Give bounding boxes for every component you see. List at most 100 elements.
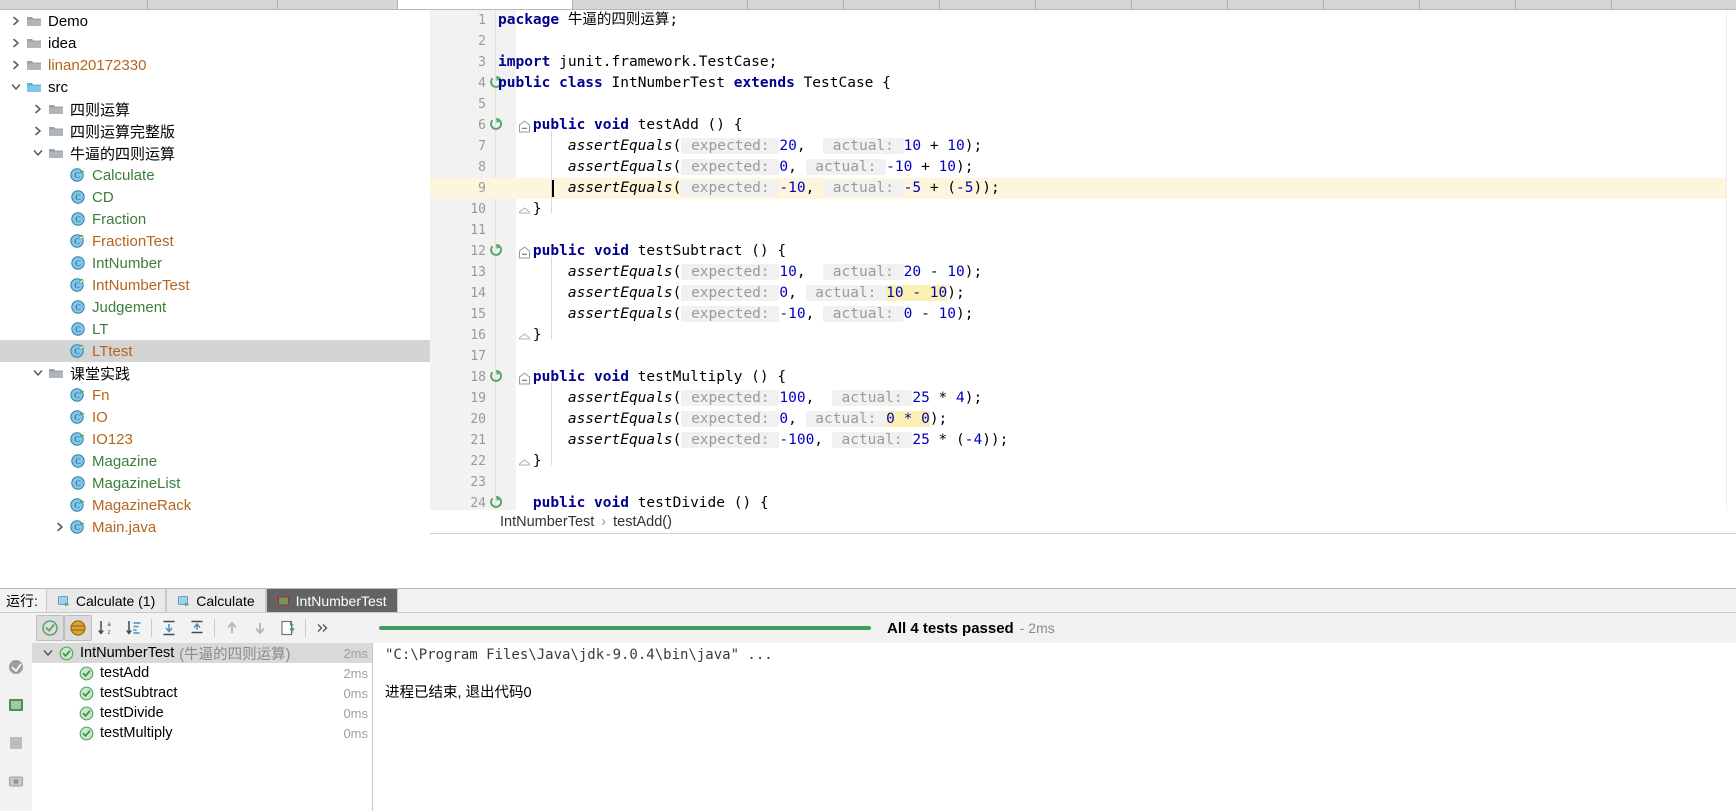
show-ignored-button[interactable] (64, 615, 92, 641)
dump-threads-button[interactable] (4, 769, 28, 793)
editor-tab[interactable] (278, 0, 398, 9)
project-tree[interactable]: Demo idea linan20172330 src 四则运算 四则运算完整版 牛逼的四则… (0, 10, 430, 588)
test-tree-item-testadd[interactable]: testAdd 2ms (32, 663, 372, 683)
editor-tab-strip[interactable] (0, 0, 1736, 10)
editor-tab[interactable] (398, 0, 573, 9)
editor-tab[interactable] (1132, 0, 1228, 9)
run-toolbar[interactable]: az (0, 613, 370, 643)
editor-tab[interactable] (1420, 0, 1516, 9)
rerun-failed-button[interactable] (4, 655, 28, 679)
sort-by-duration-button[interactable] (120, 615, 148, 641)
editor-tab[interactable] (940, 0, 1036, 9)
code-line[interactable]: 15 assertEquals( expected: -10, actual: … (430, 304, 1736, 325)
breadcrumb[interactable]: IntNumberTest › testAdd() (430, 510, 1736, 534)
code-line[interactable]: 3 import junit.framework.TestCase; (430, 52, 1736, 73)
chevron-right-icon[interactable] (8, 32, 24, 54)
toggle-auto-test-button[interactable] (4, 693, 28, 717)
code-line[interactable]: 19 assertEquals( expected: 100, actual: … (430, 388, 1736, 409)
tree-item-LTtest[interactable]: C LTtest (0, 340, 430, 362)
tree-item-IO123[interactable]: C IO123 (0, 428, 430, 450)
tree-item-Calculate[interactable]: C Calculate (0, 164, 430, 186)
code-line[interactable]: 11 (430, 220, 1736, 241)
code-line[interactable]: 20 assertEquals( expected: 0, actual: 0 … (430, 409, 1736, 430)
editor-tab[interactable] (844, 0, 940, 9)
chevron-right-icon[interactable] (8, 10, 24, 32)
tree-item-MagazineRack[interactable]: C MagazineRack (0, 494, 430, 516)
console-output[interactable]: "C:\Program Files\Java\jdk-9.0.4\bin\jav… (373, 643, 1736, 811)
test-tree-item-testsubtract[interactable]: testSubtract 0ms (32, 683, 372, 703)
editor-tab[interactable] (573, 0, 748, 9)
chevron-right-icon[interactable] (8, 54, 24, 76)
tree-item-linan20172330[interactable]: linan20172330 (0, 54, 430, 76)
tree-item-LT[interactable]: C LT (0, 318, 430, 340)
tree-item-MagazineList[interactable]: C MagazineList (0, 472, 430, 494)
editor-tab[interactable] (1036, 0, 1132, 9)
tree-item-CD[interactable]: C CD (0, 186, 430, 208)
chevron-right-icon[interactable] (30, 98, 46, 120)
run-tab-calculate[interactable]: Calculate (166, 589, 266, 612)
code-line[interactable]: 23 (430, 472, 1736, 493)
tree-item-牛逼的四则运算[interactable]: 牛逼的四则运算 (0, 142, 430, 164)
editor-marker-strip[interactable] (1726, 10, 1736, 510)
tree-item-Magazine[interactable]: C Magazine (0, 450, 430, 472)
test-tree-item-testmultiply[interactable]: testMultiply 0ms (32, 723, 372, 743)
code-line[interactable]: 21 assertEquals( expected: -100, actual:… (430, 430, 1736, 451)
tree-item-课堂实践[interactable]: 课堂实践 (0, 362, 430, 384)
code-line[interactable]: 18 public void testMultiply () { (430, 367, 1736, 388)
test-results-tree[interactable]: IntNumberTest (牛逼的四则运算) 2ms testAdd 2ms testS… (32, 643, 373, 811)
code-line[interactable]: 24 public void testDivide () { (430, 493, 1736, 510)
code-line[interactable]: 9 assertEquals( expected: -10, actual: -… (430, 178, 1736, 199)
code-line[interactable]: 4 public class IntNumberTest extends Test… (430, 73, 1736, 94)
editor-lines[interactable]: 1 package 牛逼的四则运算; 2 3 import junit.framewor… (430, 10, 1736, 510)
test-tree-item-testdivide[interactable]: testDivide 0ms (32, 703, 372, 723)
code-line[interactable]: 2 (430, 31, 1736, 52)
test-tree-root[interactable]: IntNumberTest (牛逼的四则运算) 2ms (32, 643, 372, 663)
code-line[interactable]: 14 assertEquals( expected: 0, actual: 10… (430, 283, 1736, 304)
tree-item-IntNumber[interactable]: C IntNumber (0, 252, 430, 274)
code-line[interactable]: 13 assertEquals( expected: 10, actual: 2… (430, 262, 1736, 283)
code-line[interactable]: 5 (430, 94, 1736, 115)
tree-item-src[interactable]: src (0, 76, 430, 98)
export-button[interactable] (274, 615, 302, 641)
tree-item-四则运算完整版[interactable]: 四则运算完整版 (0, 120, 430, 142)
more-options-button[interactable] (309, 615, 337, 641)
tree-item-Demo[interactable]: Demo (0, 10, 430, 32)
tree-item-IO[interactable]: C IO (0, 406, 430, 428)
editor-tab[interactable] (0, 0, 148, 9)
expand-all-button[interactable] (155, 615, 183, 641)
tree-item-Main.java[interactable]: C Main.java (0, 516, 430, 538)
code-line[interactable]: 17 (430, 346, 1736, 367)
code-line[interactable]: 22 } (430, 451, 1736, 472)
tree-item-四则运算[interactable]: 四则运算 (0, 98, 430, 120)
chevron-down-icon[interactable] (30, 142, 46, 164)
code-editor[interactable]: 1 package 牛逼的四则运算; 2 3 import junit.framewor… (430, 10, 1736, 510)
editor-tab[interactable] (1516, 0, 1612, 9)
code-line[interactable]: 1 package 牛逼的四则运算; (430, 10, 1736, 31)
chevron-right-icon[interactable] (52, 516, 68, 538)
editor-tab[interactable] (1324, 0, 1420, 9)
run-tab-calculate-1-[interactable]: Calculate (1) (45, 589, 167, 612)
editor-tab[interactable] (148, 0, 278, 9)
show-passed-button[interactable] (36, 615, 64, 641)
code-line[interactable]: 7 assertEquals( expected: 20, actual: 10… (430, 136, 1736, 157)
chevron-down-icon[interactable] (8, 76, 24, 98)
prev-failed-button[interactable] (218, 615, 246, 641)
chevron-down-icon[interactable] (30, 362, 46, 384)
editor-tab[interactable] (748, 0, 844, 9)
code-line[interactable]: 10 } (430, 199, 1736, 220)
code-line[interactable]: 12 public void testSubtract () { (430, 241, 1736, 262)
tree-item-Fn[interactable]: C Fn (0, 384, 430, 406)
chevron-right-icon[interactable] (30, 120, 46, 142)
next-failed-button[interactable] (246, 615, 274, 641)
run-tab-intnumbertest[interactable]: IntNumberTest (265, 589, 398, 612)
editor-tab[interactable] (1228, 0, 1324, 9)
breadcrumb-class[interactable]: IntNumberTest (500, 514, 594, 530)
collapse-all-button[interactable] (183, 615, 211, 641)
tree-item-IntNumberTest[interactable]: C IntNumberTest (0, 274, 430, 296)
chevron-down-icon[interactable] (40, 643, 56, 664)
tree-item-FractionTest[interactable]: C FractionTest (0, 230, 430, 252)
code-line[interactable]: 6 public void testAdd () { (430, 115, 1736, 136)
tree-item-idea[interactable]: idea (0, 32, 430, 54)
code-line[interactable]: 8 assertEquals( expected: 0, actual: -10… (430, 157, 1736, 178)
sort-alphabetically-button[interactable]: az (92, 615, 120, 641)
